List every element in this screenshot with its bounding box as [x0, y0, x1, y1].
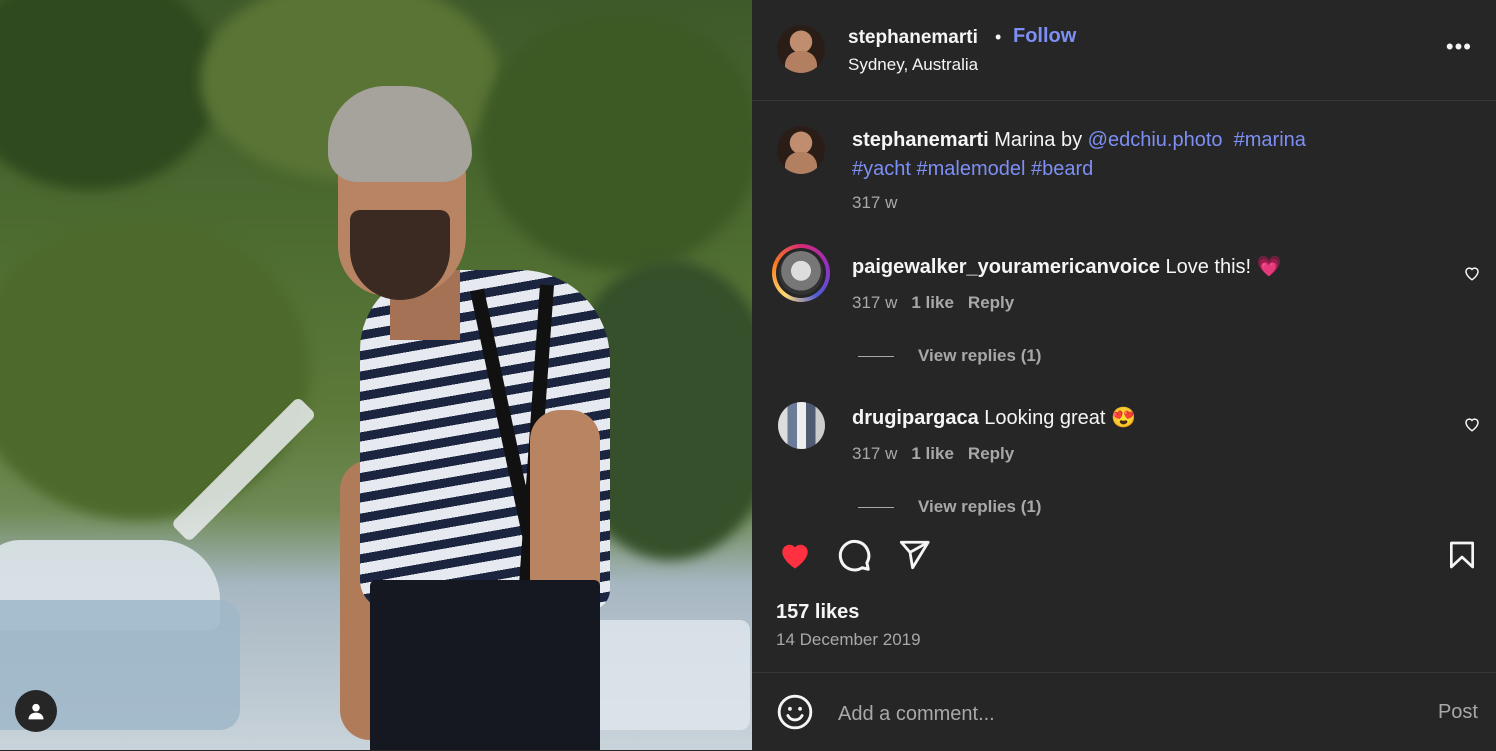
comment-age: 317 w: [852, 444, 898, 463]
comment-2: drugipargaca Looking great 😍: [852, 405, 1136, 430]
author-avatar[interactable]: [777, 25, 825, 73]
model-figure: [300, 80, 660, 750]
commenter-avatar: [779, 251, 823, 295]
author-username[interactable]: stephanemarti: [848, 27, 978, 49]
post-comment-button[interactable]: Post: [1438, 701, 1478, 724]
replies-divider: [858, 356, 894, 357]
emoji-icon[interactable]: [776, 693, 814, 731]
comment-age: 317 w: [852, 293, 898, 312]
comment-username[interactable]: drugipargaca: [852, 407, 979, 429]
caption-mention[interactable]: @edchiu.photo: [1088, 129, 1223, 151]
likes-count[interactable]: 157 likes: [776, 601, 859, 624]
post-photo[interactable]: [0, 0, 752, 750]
like-heart-icon[interactable]: [776, 537, 814, 573]
post-header: stephanemarti • Follow Sydney, Australia…: [752, 0, 1496, 101]
comment-like-count[interactable]: 1 like: [911, 293, 954, 312]
tagged-users-button[interactable]: [15, 690, 57, 732]
hair: [328, 86, 472, 182]
comment-text: Love this!: [1159, 256, 1257, 278]
post-details-panel: stephanemarti • Follow Sydney, Australia…: [752, 0, 1496, 750]
hashtag-malemodel[interactable]: #malemodel: [917, 158, 1026, 180]
caption-age: 317 w: [852, 193, 898, 212]
caption-username[interactable]: stephanemarti: [852, 129, 989, 151]
foliage: [0, 0, 220, 190]
hashtag-beard[interactable]: #beard: [1031, 158, 1093, 180]
view-replies-button[interactable]: View replies (1): [918, 346, 1041, 366]
comment-icon[interactable]: [836, 537, 872, 573]
separator-dot: •: [995, 27, 1002, 47]
view-replies-button[interactable]: View replies (1): [918, 497, 1041, 517]
comment-text: Looking great: [978, 407, 1112, 429]
share-icon[interactable]: [897, 538, 931, 572]
comment-meta: 317 w 1 like Reply: [852, 444, 1014, 464]
follow-button[interactable]: Follow: [1013, 25, 1076, 48]
comment-composer: Post: [752, 672, 1496, 751]
comment-like-heart-icon[interactable]: [1463, 264, 1481, 282]
post-caption: stephanemarti Marina by @edchiu.photo #m…: [852, 126, 1352, 184]
commenter-avatar-story-ring[interactable]: [772, 244, 830, 302]
comment-1: paigewalker_youramericanvoice Love this!…: [852, 254, 1282, 279]
emoji-heart: 💗: [1256, 256, 1282, 278]
user-icon: [28, 703, 44, 720]
replies-divider: [858, 507, 894, 508]
emoji-heart-eyes: 😍: [1111, 407, 1136, 429]
comment-meta: 317 w 1 like Reply: [852, 293, 1014, 313]
comment-like-count[interactable]: 1 like: [911, 444, 954, 463]
comment-input[interactable]: [836, 693, 1400, 735]
more-icon: •••: [1445, 34, 1472, 59]
hashtag-marina[interactable]: #marina: [1234, 129, 1306, 151]
bookmark-icon[interactable]: [1446, 539, 1478, 571]
comment-like-heart-icon[interactable]: [1463, 415, 1481, 433]
post-viewer: stephanemarti • Follow Sydney, Australia…: [0, 0, 1496, 750]
pants: [370, 580, 600, 750]
comment-username[interactable]: paigewalker_youramericanvoice: [852, 256, 1160, 278]
more-options-button[interactable]: •••: [1446, 36, 1472, 58]
foliage: [0, 220, 310, 520]
reply-button[interactable]: Reply: [968, 293, 1014, 312]
reply-button[interactable]: Reply: [968, 444, 1014, 463]
post-date: 14 December 2019: [776, 630, 921, 649]
post-location[interactable]: Sydney, Australia: [848, 55, 978, 75]
post-action-bar: [752, 530, 1496, 580]
commenter-avatar[interactable]: [778, 402, 825, 449]
caption-text: Marina by: [988, 129, 1088, 151]
hashtag-yacht[interactable]: #yacht: [852, 158, 911, 180]
caption-avatar[interactable]: [777, 126, 825, 174]
